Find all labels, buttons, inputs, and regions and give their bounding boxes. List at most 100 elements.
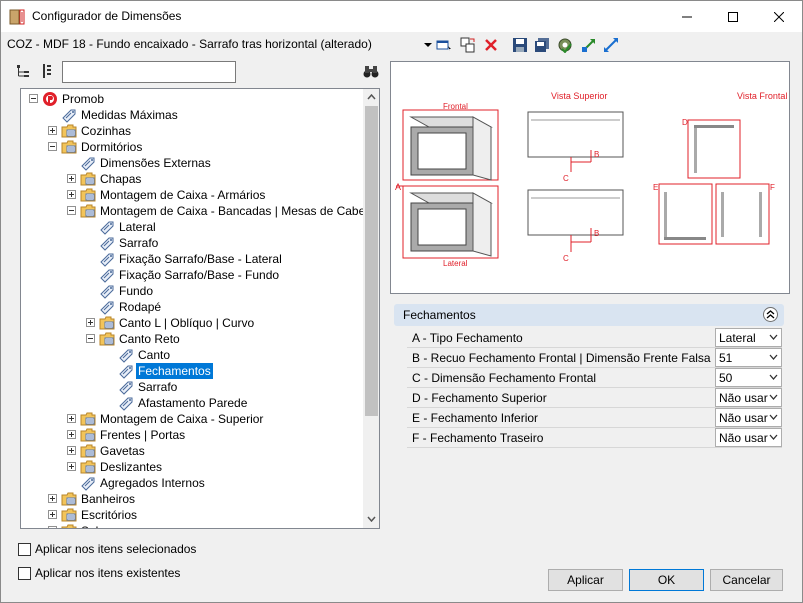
copy-item-button[interactable] <box>459 36 477 54</box>
tree-item[interactable]: Cozinhas <box>21 123 361 139</box>
expand-icon[interactable] <box>67 446 76 455</box>
tree-item[interactable]: Dimensões Externas <box>21 155 361 171</box>
tree-item[interactable]: Sala <box>21 523 361 528</box>
tree-item[interactable]: Dormitórios <box>21 139 361 155</box>
tree-item[interactable]: Deslizantes <box>21 459 361 475</box>
tag-icon <box>99 267 115 283</box>
toolbar: COZ - MDF 18 - Fundo encaixado - Sarrafo… <box>1 32 802 59</box>
find-button[interactable] <box>363 63 381 81</box>
property-name: F - Fechamento Traseiro <box>412 431 544 445</box>
expand-icon[interactable] <box>48 494 57 503</box>
tree-item-label: Lateral <box>119 220 156 234</box>
tree-item[interactable]: Canto <box>21 347 361 363</box>
collapse-icon[interactable] <box>67 206 76 215</box>
tree-item[interactable]: Gavetas <box>21 443 361 459</box>
collapse-icon[interactable] <box>86 334 95 343</box>
dialog-window: Configurador de Dimensões COZ - MDF 18 -… <box>0 0 803 603</box>
property-value-dropdown[interactable]: 50 <box>715 368 782 387</box>
expand-icon[interactable] <box>48 510 57 519</box>
tree-item[interactable]: Medidas Máximas <box>21 107 361 123</box>
import-button[interactable] <box>580 36 598 54</box>
property-value-dropdown[interactable]: 51 <box>715 348 782 367</box>
tree-scroll-thumb[interactable] <box>365 106 378 416</box>
tree-item[interactable]: Agregados Internos <box>21 475 361 491</box>
list-icon <box>43 64 51 78</box>
label-vista-superior: Vista Superior <box>551 91 608 101</box>
fechamentos-section-header[interactable]: Fechamentos <box>394 304 784 326</box>
save-button[interactable] <box>511 36 529 54</box>
scroll-down-icon[interactable] <box>367 516 376 522</box>
tree-item[interactable]: Banheiros <box>21 491 361 507</box>
collapse-section-button[interactable] <box>763 307 778 322</box>
tree-item[interactable]: Canto Reto <box>21 331 361 347</box>
save-all-button[interactable] <box>533 36 551 54</box>
expand-icon[interactable] <box>48 126 57 135</box>
tree-item[interactable]: Canto L | Oblíquo | Curvo <box>21 315 361 331</box>
apply-selected-box[interactable] <box>18 543 31 556</box>
collapse-icon[interactable] <box>29 94 38 103</box>
expand-icon[interactable] <box>67 190 76 199</box>
tag-icon <box>99 251 115 267</box>
tree-item[interactable]: Montagem de Caixa - Superior <box>21 411 361 427</box>
expand-icon[interactable] <box>67 462 76 471</box>
expand-icon[interactable] <box>86 318 95 327</box>
minimize-button[interactable] <box>664 1 710 32</box>
expand-icon[interactable] <box>67 430 76 439</box>
tree-item[interactable]: Afastamento Parede <box>21 395 361 411</box>
folder-icon <box>80 427 96 443</box>
maximize-button[interactable] <box>710 1 756 32</box>
tag-icon <box>118 395 134 411</box>
property-name: B - Recuo Fechamento Frontal | Dimensão … <box>412 351 712 365</box>
property-value-dropdown[interactable]: Não usar <box>715 428 782 447</box>
label-lateral: Lateral <box>443 259 468 268</box>
tree-item[interactable]: Fixação Sarrafo/Base - Fundo <box>21 267 361 283</box>
export-button[interactable] <box>602 36 620 54</box>
promob-logo-icon <box>42 91 58 107</box>
property-value: Não usar <box>719 411 768 425</box>
tree-item[interactable]: Sarrafo <box>21 235 361 251</box>
list-view-button[interactable] <box>39 63 57 81</box>
frontal-door-panel <box>417 132 467 170</box>
apply-selected-label: Aplicar nos itens selecionados <box>35 542 197 556</box>
delete-button[interactable] <box>482 36 500 54</box>
tree-item[interactable]: Rodapé <box>21 299 361 315</box>
apply-existing-box[interactable] <box>18 567 31 580</box>
tree-item[interactable]: Fechamentos <box>21 363 361 379</box>
ok-button[interactable]: OK <box>629 569 704 591</box>
tree-item[interactable]: Montagem de Caixa - Bancadas | Mesas de … <box>21 203 379 219</box>
category-tree[interactable]: Promob Medidas Máximas Cozinhas Dormitórios… <box>20 88 380 529</box>
tree-item[interactable]: Fundo <box>21 283 361 299</box>
property-value-dropdown[interactable]: Não usar <box>715 408 782 427</box>
tree-item-label: Montagem de Caixa - Bancadas | Mesas de … <box>100 204 380 218</box>
window-title: Configurador de Dimensões <box>32 9 182 23</box>
property-value-dropdown[interactable]: Não usar <box>715 388 782 407</box>
collapse-icon[interactable] <box>48 142 57 151</box>
tree-item[interactable]: Montagem de Caixa - Armários <box>21 187 361 203</box>
tree-view-button[interactable] <box>15 63 33 81</box>
save-multiple-icon <box>535 38 549 52</box>
tree-item[interactable]: Promob <box>21 91 361 107</box>
section-title: Fechamentos <box>403 308 476 322</box>
tree-item[interactable]: Frentes | Portas <box>21 427 361 443</box>
tree-item-label: Chapas <box>100 172 142 186</box>
tree-vertical-scrollbar[interactable] <box>363 89 379 528</box>
tree-item[interactable]: Fixação Sarrafo/Base - Lateral <box>21 251 361 267</box>
expand-icon[interactable] <box>48 526 57 528</box>
binoculars-icon <box>363 66 379 78</box>
tree-item[interactable]: Sarrafo <box>21 379 361 395</box>
expand-icon[interactable] <box>67 414 76 423</box>
tree-item[interactable]: Escritórios <box>21 507 361 523</box>
folder-icon <box>99 331 115 347</box>
close-button[interactable] <box>756 1 802 32</box>
tree-item[interactable]: Chapas <box>21 171 361 187</box>
tree-search-input[interactable] <box>62 61 236 83</box>
apply-button[interactable]: Aplicar <box>548 569 623 591</box>
select-button[interactable] <box>435 36 453 54</box>
scroll-up-icon[interactable] <box>367 94 376 100</box>
cancel-button[interactable]: Cancelar <box>710 569 783 591</box>
expand-icon[interactable] <box>67 174 76 183</box>
settings-button[interactable] <box>556 36 574 54</box>
tree-item[interactable]: Lateral <box>21 219 361 235</box>
tag-icon <box>80 155 96 171</box>
property-value-dropdown[interactable]: Lateral <box>715 328 782 347</box>
